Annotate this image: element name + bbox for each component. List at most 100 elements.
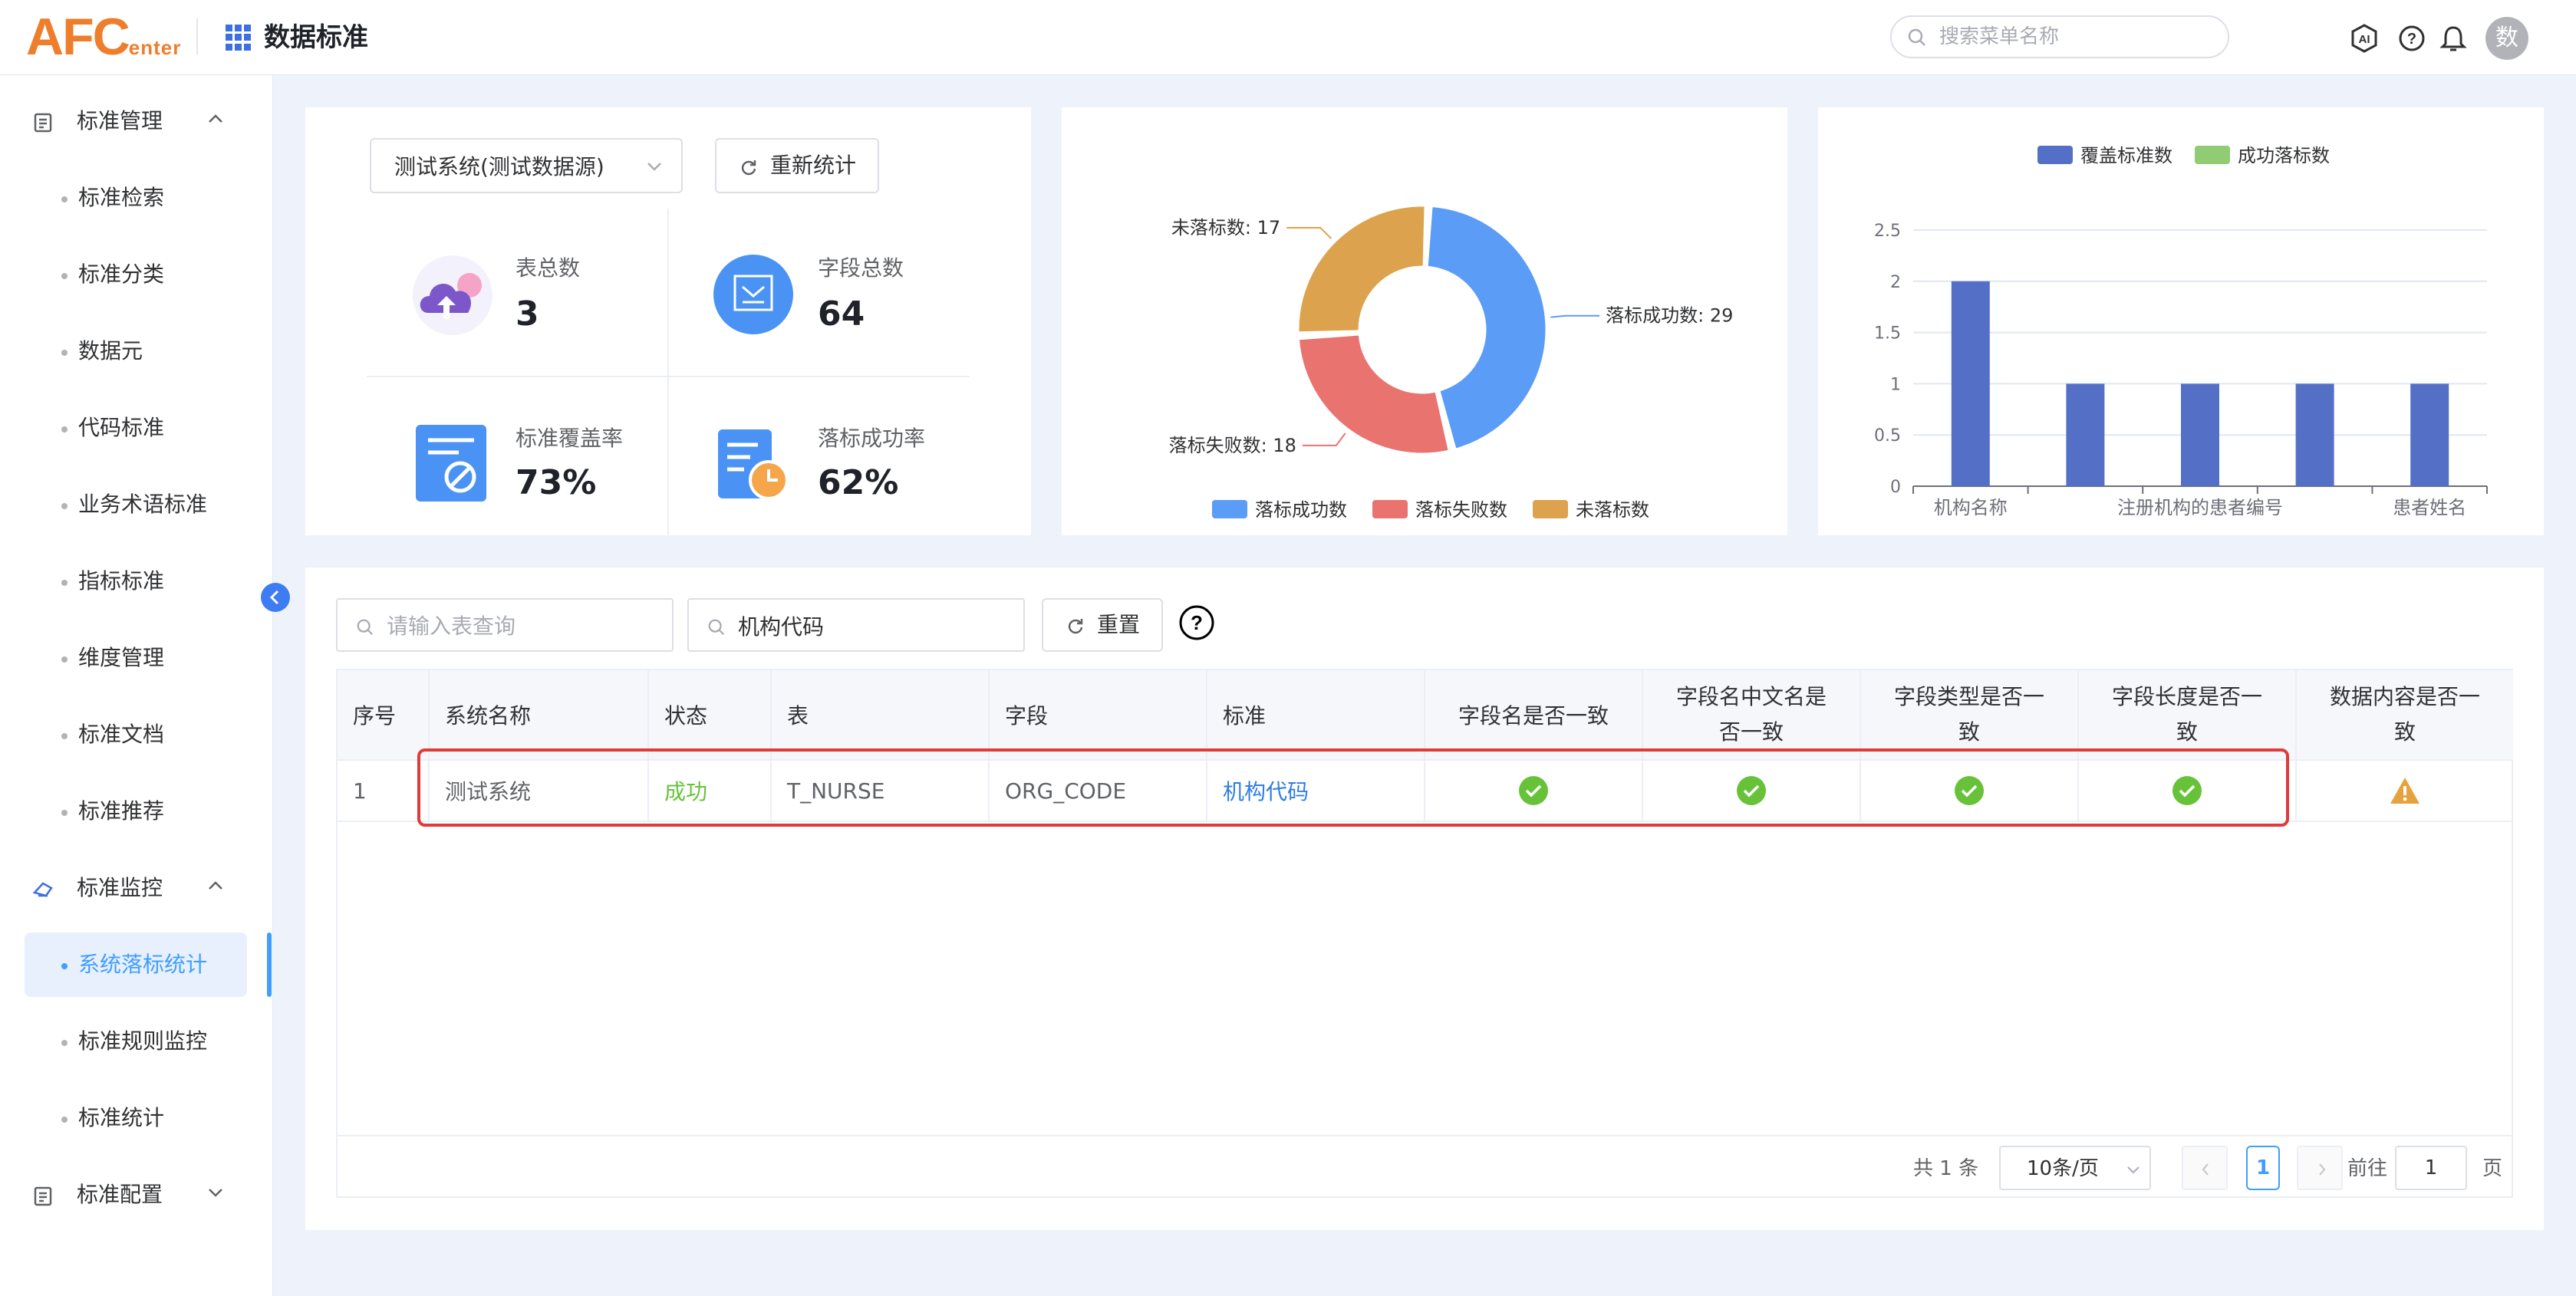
cell-check [2079,761,2297,822]
prev-page-button[interactable] [2182,1146,2228,1190]
x-tick-label: 注册机构的患者编号 [2117,497,2283,518]
sidebar-item-standard-docs[interactable]: 标准文档 [0,696,273,773]
table-query-input[interactable] [387,610,647,641]
chevron-down-icon [2127,1166,2140,1174]
bar [2410,383,2449,486]
x-tick-label: 患者姓名 [2393,497,2466,518]
sidebar-item-label: 业务术语标准 [78,492,208,517]
pagination: 共 1 条 10条/页 1 前往 1 页 [336,1135,2513,1199]
sidebar-item-dimension-management[interactable]: 维度管理 [0,620,273,696]
y-tick-label: 2 [1890,273,1901,292]
column-header-label: 字段长度是否一 [2111,684,2262,709]
donut-label-line [1302,433,1346,446]
goto-page-input[interactable]: 1 [2395,1146,2467,1190]
legend-swatch [2195,146,2230,164]
next-page-button[interactable] [2297,1146,2343,1190]
column-header-label: 字段类型是否一 [1893,684,2044,709]
sidebar: 标准管理 标准检索 标准分类 数据元 代码标准 业务术语标准 指标标准 维度管理… [0,75,273,1296]
sidebar-group-standard-monitoring[interactable]: 标准监控 [0,850,273,926]
sidebar-item-code-standard[interactable]: 代码标准 [0,390,273,466]
sidebar-group-standard-config[interactable]: 标准配置 [0,1156,273,1233]
sidebar-item-standard-search[interactable]: 标准检索 [0,160,273,236]
search-icon [357,619,374,636]
page-number-current[interactable]: 1 [2246,1146,2280,1190]
sidebar-item-label: 维度管理 [78,645,165,670]
help-icon[interactable]: ? [1178,604,1215,641]
table-query-filter[interactable] [336,598,674,652]
chevron-left-icon [269,590,279,605]
column-header-label: 否一致 [1718,719,1784,745]
help-icon[interactable]: ? [2396,23,2427,54]
donut-slice [1296,204,1427,334]
cell-table: T_NURSE [772,761,990,822]
check-circle-icon [1519,776,1548,805]
logo-main-text: AFC [26,8,130,66]
y-tick-label: 1.5 [1874,324,1901,344]
sidebar-item-standard-recommend[interactable]: 标准推荐 [0,773,273,850]
sidebar-item-standard-statistics[interactable]: 标准统计 [0,1080,273,1156]
refresh-icon [741,160,756,176]
column-header: 字段名中文名是 否一致 [1643,670,1861,761]
sidebar-item-rule-monitoring[interactable]: 标准规则监控 [0,1003,273,1080]
sidebar-collapse-button[interactable] [261,583,290,612]
cell-check [1643,761,1861,822]
legend-swatch [1372,500,1408,518]
stats-divider-horizontal [367,376,970,377]
donut-label-line [1286,226,1332,239]
standard-query-filter[interactable] [687,598,1025,652]
sidebar-group-label: 标准配置 [77,1182,163,1207]
document-icon [34,113,52,133]
bar [1951,281,1990,486]
sidebar-item-label: 标准文档 [78,722,165,747]
sidebar-item-system-landing-stats[interactable]: 系统落标统计 [0,926,273,1003]
sidebar-item-data-element[interactable]: 数据元 [0,313,273,390]
chevron-up-icon [209,881,222,890]
cell-check [1861,761,2079,822]
column-header: 数据内容是否一致 [2297,670,2513,761]
sidebar-item-standard-category[interactable]: 标准分类 [0,236,273,313]
chevron-left-icon [2202,1163,2209,1176]
sidebar-item-business-term[interactable]: 业务术语标准 [0,466,273,543]
app-grid-icon[interactable] [226,25,252,51]
column-header: 标准 [1207,670,1425,761]
check-circle-icon [2172,776,2202,805]
avatar[interactable]: 数 [2485,17,2528,60]
sidebar-group-standard-management[interactable]: 标准管理 [0,83,273,160]
column-header-label: 致 [2176,719,2198,745]
standard-query-input[interactable] [738,610,999,641]
reset-button[interactable]: 重置 [1042,598,1163,652]
app-title: 数据标准 [264,22,368,53]
monitor-icon [32,882,53,897]
cell-check [1425,761,1643,822]
cell-standard-link[interactable]: 机构代码 [1207,761,1425,822]
svg-text:?: ? [2407,31,2416,48]
bell-icon[interactable] [2438,23,2469,54]
column-header: 表 [772,670,990,761]
sidebar-item-label: 标准规则监控 [78,1028,208,1054]
y-tick-label: 0 [1890,478,1901,497]
legend-swatch [1533,500,1568,518]
recount-button[interactable]: 重新统计 [715,138,879,193]
chevron-right-icon [2319,1163,2326,1176]
menu-search-box[interactable] [1890,15,2229,58]
legend-swatch [1212,500,1247,518]
sidebar-item-metric-standard[interactable]: 指标标准 [0,543,273,620]
bar-chart-card: 0 0.5 1 1.5 2 2.5 机构名称 注册机构的患者编号 患者姓名 覆盖标准数 成功落标数 [1818,107,2544,535]
page-suffix-label: 页 [2482,1157,2503,1180]
cell-system: 测试系统 [430,761,649,822]
column-header-label: 状态 [664,703,708,729]
field-doc-icon [713,255,793,334]
check-circle-icon [1955,776,1984,805]
y-tick-label: 2.5 [1874,222,1901,241]
data-source-select[interactable]: 测试系统(测试数据源) [370,138,683,193]
pagination-total: 共 1 条 [1913,1157,1979,1180]
search-icon [708,619,725,636]
logo[interactable]: AFCenter [26,6,181,78]
page-size-select[interactable]: 10条/页 [1999,1146,2151,1190]
donut-slice-label: 落标失败数: 18 [1169,435,1296,456]
ai-icon[interactable]: AI [2349,23,2380,54]
coverage-icon [416,425,486,502]
sidebar-item-label: 标准推荐 [78,798,165,824]
menu-search-input[interactable] [1939,23,2215,51]
logo-sub-text: enter [128,36,182,59]
